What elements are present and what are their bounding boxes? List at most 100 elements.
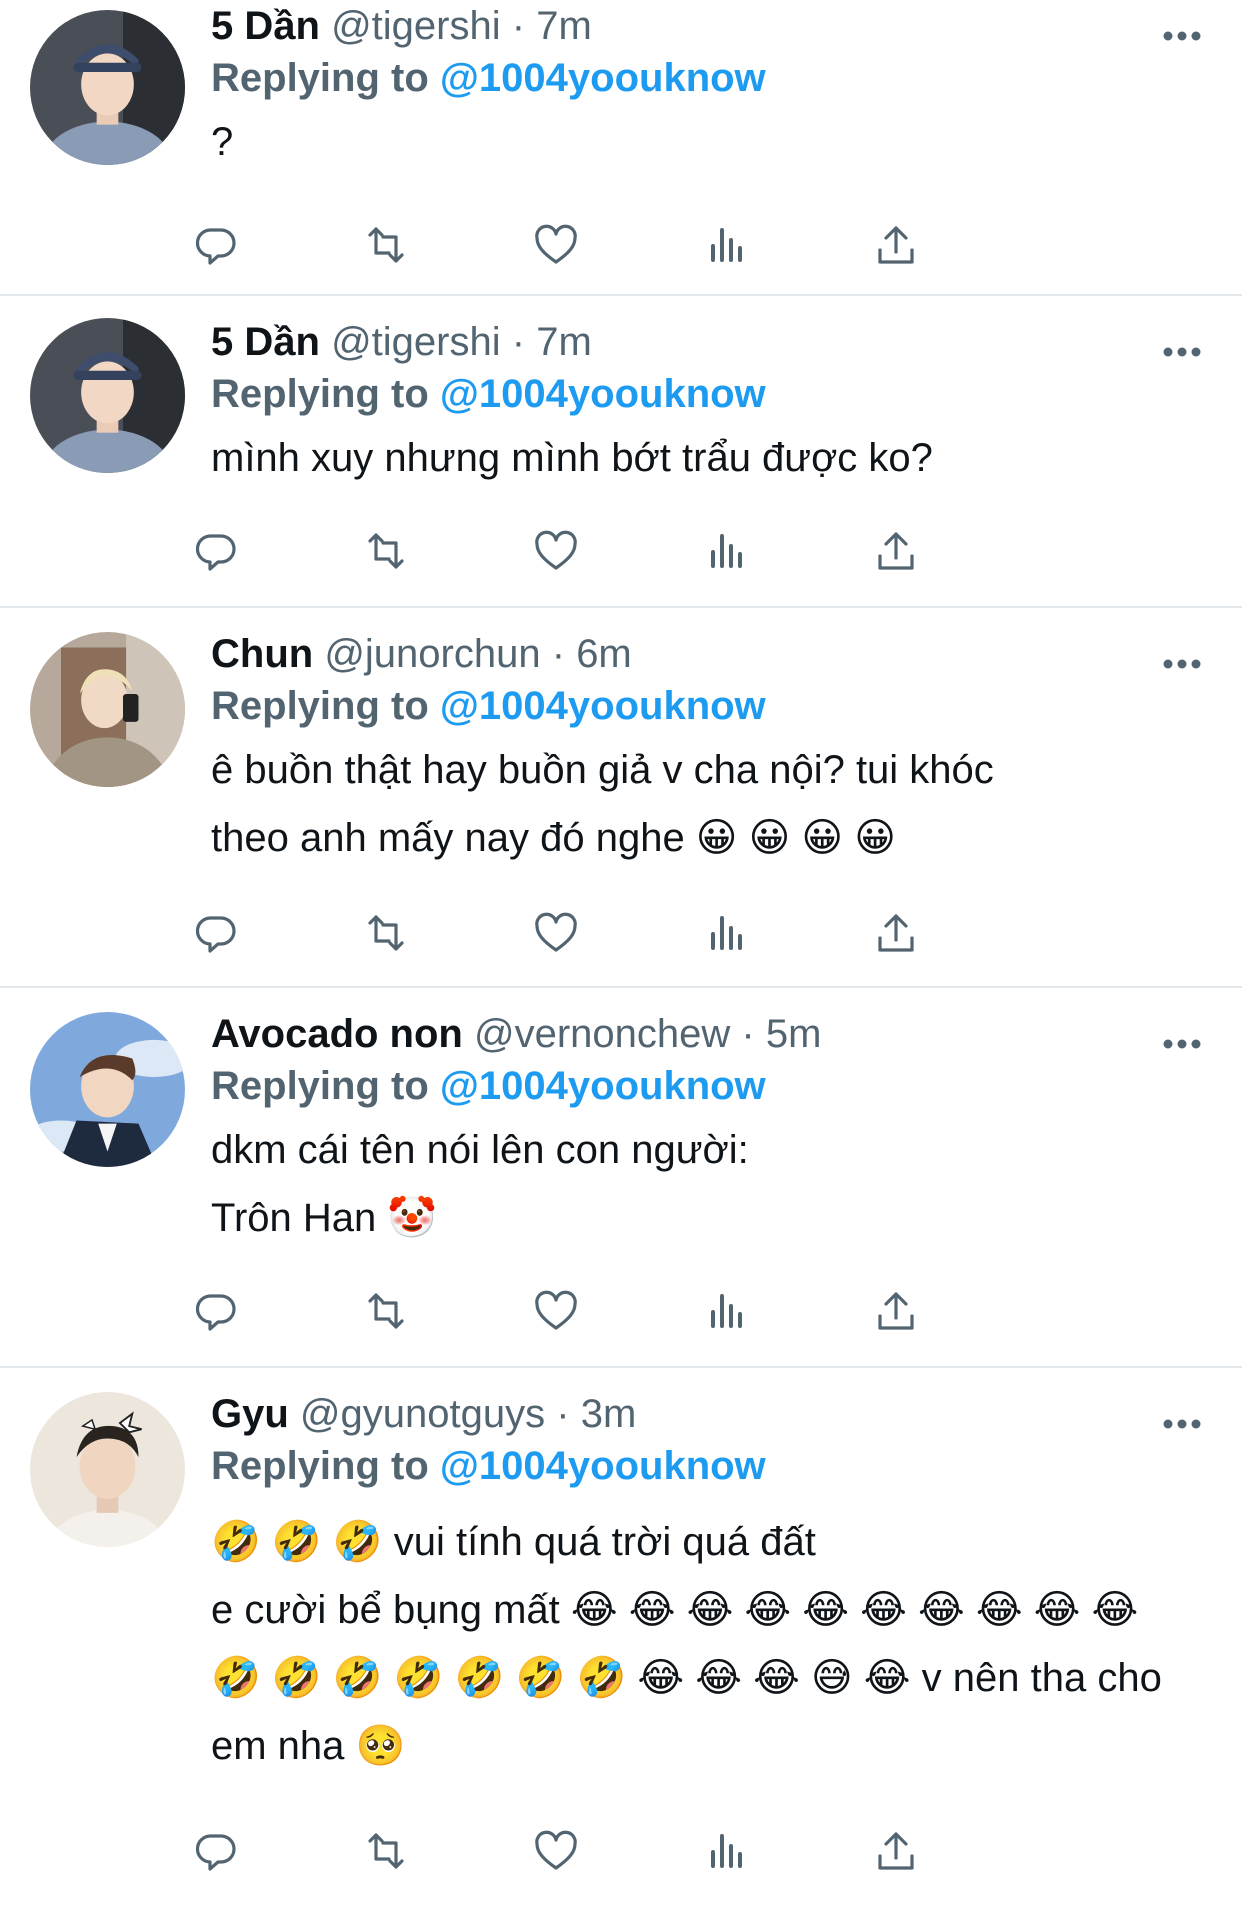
mention-link[interactable]: @1004yoouknow xyxy=(440,1064,766,1108)
replying-to-label: Replying to xyxy=(211,1064,429,1108)
mention-link[interactable]: @1004yoouknow xyxy=(440,684,766,728)
more-options-icon[interactable] xyxy=(1162,1417,1202,1431)
avatar[interactable] xyxy=(30,632,185,787)
retweet-button[interactable] xyxy=(361,1286,411,1336)
avatar[interactable] xyxy=(30,10,185,165)
share-button[interactable] xyxy=(871,1286,921,1336)
reply-button[interactable] xyxy=(191,526,241,576)
user-handle[interactable]: @tigershi xyxy=(331,320,501,364)
reply-button[interactable] xyxy=(191,220,241,270)
tweet-header: Chun @junorchun · 6m xyxy=(211,628,1172,680)
share-button[interactable] xyxy=(871,908,921,958)
tweet-text: mình xuy nhưng mình bớt trẩu được ko? xyxy=(211,424,1172,492)
tweet[interactable]: 5 Dần @tigershi · 7m Replying to @1004yo… xyxy=(0,0,1242,296)
person-avatar-cap xyxy=(30,10,185,165)
more-options-icon[interactable] xyxy=(1162,345,1202,359)
replying-to: Replying to @1004yoouknow xyxy=(211,52,1172,104)
timestamp[interactable]: 6m xyxy=(576,632,632,676)
views-button[interactable] xyxy=(701,526,751,576)
tweet-text-line: theo anh mấy nay đó nghe 😀 😀 😀 😀 xyxy=(211,816,896,860)
separator-dot: · xyxy=(511,320,526,364)
tweet-text-line: ê buồn thật hay buồn giả v cha nội? tui … xyxy=(211,748,994,792)
views-icon xyxy=(711,1834,742,1868)
tweet[interactable]: Avocado non @vernonchew · 5m Replying to… xyxy=(0,988,1242,1368)
reply-icon xyxy=(195,916,236,953)
timestamp[interactable]: 3m xyxy=(581,1392,637,1436)
share-button[interactable] xyxy=(871,220,921,270)
reply-button[interactable] xyxy=(191,1286,241,1336)
tweet-text-line: mình xuy nhưng mình bớt trẩu được ko? xyxy=(211,436,933,480)
more-options-icon[interactable] xyxy=(1162,29,1202,43)
like-icon xyxy=(535,1830,577,1870)
tweet[interactable]: Gyu @gyunotguys · 3m Replying to @1004yo… xyxy=(0,1368,1242,1906)
replying-to-label: Replying to xyxy=(211,56,429,100)
like-button[interactable] xyxy=(531,220,581,270)
tweet-text-line: 🤣 🤣 🤣 🤣 🤣 🤣 🤣 😂 😂 😂 😅 😂 v nên tha cho xyxy=(211,1656,1162,1700)
mention-link[interactable]: @1004yoouknow xyxy=(440,1444,766,1488)
views-button[interactable] xyxy=(701,1286,751,1336)
reply-button[interactable] xyxy=(191,908,241,958)
mention-link[interactable]: @1004yoouknow xyxy=(440,372,766,416)
retweet-button[interactable] xyxy=(361,908,411,958)
tweet-text-line: dkm cái tên nói lên con người: xyxy=(211,1128,749,1172)
retweet-button[interactable] xyxy=(361,1826,411,1876)
timestamp[interactable]: 7m xyxy=(536,320,592,364)
tweet-actions xyxy=(195,220,1091,270)
timeline: 5 Dần @tigershi · 7m Replying to @1004yo… xyxy=(0,0,1242,1906)
like-icon xyxy=(535,530,577,570)
reply-icon xyxy=(195,1294,236,1331)
user-handle[interactable]: @tigershi xyxy=(331,4,501,48)
like-button[interactable] xyxy=(531,526,581,576)
avatar[interactable] xyxy=(30,1012,185,1167)
timestamp[interactable]: 7m xyxy=(536,4,592,48)
like-icon xyxy=(535,1290,577,1330)
tweet-text: dkm cái tên nói lên con người: Trôn Han … xyxy=(211,1116,1172,1252)
user-handle[interactable]: @vernonchew xyxy=(474,1012,730,1056)
user-handle[interactable]: @junorchun xyxy=(324,632,540,676)
replying-to: Replying to @1004yoouknow xyxy=(211,1060,1172,1112)
retweet-button[interactable] xyxy=(361,526,411,576)
display-name[interactable]: Chun xyxy=(211,632,313,676)
avatar[interactable] xyxy=(30,318,185,473)
display-name[interactable]: Avocado non xyxy=(211,1012,463,1056)
user-handle[interactable]: @gyunotguys xyxy=(300,1392,545,1436)
like-icon xyxy=(535,912,577,952)
tweet[interactable]: Chun @junorchun · 6m Replying to @1004yo… xyxy=(0,608,1242,988)
tweet[interactable]: 5 Dần @tigershi · 7m Replying to @1004yo… xyxy=(0,296,1242,608)
tweet-actions xyxy=(195,1286,1091,1336)
reply-icon xyxy=(195,228,236,265)
avatar[interactable] xyxy=(30,1392,185,1547)
views-button[interactable] xyxy=(701,1826,751,1876)
share-icon xyxy=(878,1292,914,1330)
more-options-icon[interactable] xyxy=(1162,1037,1202,1051)
more-options-icon[interactable] xyxy=(1162,657,1202,671)
replying-to: Replying to @1004yoouknow xyxy=(211,680,1172,732)
share-button[interactable] xyxy=(871,1826,921,1876)
share-button[interactable] xyxy=(871,526,921,576)
views-button[interactable] xyxy=(701,908,751,958)
like-button[interactable] xyxy=(531,908,581,958)
separator-dot: · xyxy=(741,1012,755,1056)
display-name[interactable]: Gyu xyxy=(211,1392,289,1436)
timestamp[interactable]: 5m xyxy=(766,1012,822,1056)
person-avatar-mirror xyxy=(30,632,185,787)
display-name[interactable]: 5 Dần xyxy=(211,320,320,364)
like-button[interactable] xyxy=(531,1286,581,1336)
views-icon xyxy=(711,228,742,262)
person-avatar-cap xyxy=(30,318,185,473)
display-name[interactable]: 5 Dần xyxy=(211,4,320,48)
like-button[interactable] xyxy=(531,1826,581,1876)
tweet-text-line: 🤣 🤣 🤣 vui tính quá trời quá đất xyxy=(211,1520,816,1564)
tweet-text-line: e cười bể bụng mất 😂 😂 😂 😂 😂 😂 😂 😂 😂 😂 xyxy=(211,1588,1139,1632)
reply-button[interactable] xyxy=(191,1826,241,1876)
reply-icon xyxy=(195,1834,236,1871)
mention-link[interactable]: @1004yoouknow xyxy=(440,56,766,100)
retweet-button[interactable] xyxy=(361,220,411,270)
reply-icon xyxy=(195,534,236,571)
replying-to-label: Replying to xyxy=(211,684,429,728)
replying-to-label: Replying to xyxy=(211,372,429,416)
views-button[interactable] xyxy=(701,220,751,270)
tweet-text-line: Trôn Han 🤡 xyxy=(211,1196,438,1240)
tweet-text-line: ? xyxy=(211,120,234,164)
separator-dot: · xyxy=(551,632,566,676)
